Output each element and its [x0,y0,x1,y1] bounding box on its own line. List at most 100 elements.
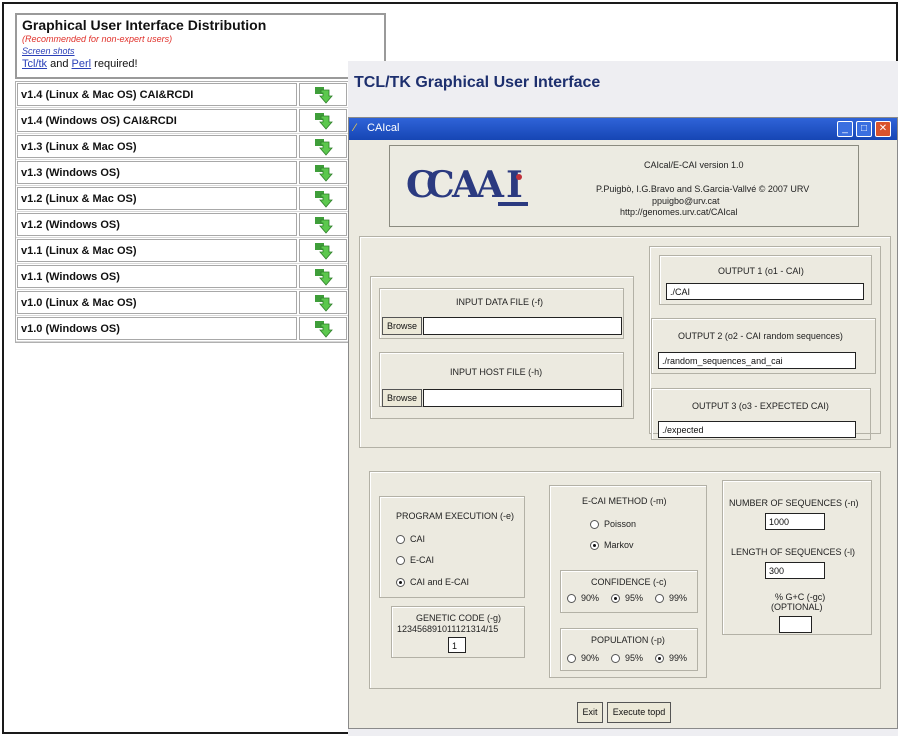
exit-button[interactable]: Exit [577,702,603,723]
program-execution-radio-label: CAI [410,534,426,544]
maximize-icon[interactable]: □ [856,121,872,137]
confidence-group: CONFIDENCE (-c) 90% 95% 99% [560,570,698,613]
confidence-radio[interactable]: 90% [567,593,599,603]
program-execution-label: PROGRAM EXECUTION (-e) [396,511,515,521]
input-host-browse-button[interactable]: Browse [382,389,422,407]
caical-window: ⁄ CAIcal _ □ ✕ C C A A I CAIcal/E-CAI ve… [348,117,898,729]
version-row: v1.0 (Linux & Mac OS) [16,290,348,316]
radio-dot-icon [655,593,664,603]
version-label: v1.0 (Windows OS) [17,317,298,340]
program-execution-radio[interactable]: E-CAI [396,555,434,565]
window-title: CAIcal [367,122,400,134]
version-row: v1.1 (Windows OS) [16,264,348,290]
program-execution-radio[interactable]: CAI and E-CAI [396,577,469,587]
version-row: v1.4 (Linux & Mac OS) CAI&RCDI [16,82,348,108]
version-label: v1.3 (Linux & Mac OS) [17,135,298,158]
version-label: v1.1 (Linux & Mac OS) [17,239,298,262]
radio-dot-icon [611,593,620,603]
download-arrow-icon[interactable] [299,213,347,236]
download-arrow-icon[interactable] [299,239,347,262]
execute-button[interactable]: Execute topd [607,702,671,723]
input-data-field[interactable] [423,317,622,335]
input-host-label: INPUT HOST FILE (-h) [450,367,543,377]
version-row: v1.2 (Windows OS) [16,212,348,238]
confidence-radio-label: 99% [669,593,688,603]
radio-dot-icon [396,555,405,565]
distribution-header: Graphical User Interface Distribution (R… [15,13,386,79]
program-execution-radio-label: E-CAI [410,555,435,565]
download-arrow-icon[interactable] [299,109,347,132]
output3-label: OUTPUT 3 (o3 - EXPECTED CAI) [692,401,829,411]
about-box: C C A A I CAIcal/E-CAI version 1.0 P.Pui… [389,145,859,227]
genetic-code-field[interactable]: 1 [448,637,466,653]
download-arrow-icon[interactable] [299,265,347,288]
input-host-field[interactable] [423,389,622,407]
input-data-group: INPUT DATA FILE (-f) Browse [379,288,624,339]
confidence-radio-label: 95% [625,593,644,603]
window-titlebar[interactable]: ⁄ CAIcal _ □ ✕ [349,118,897,140]
confidence-label: CONFIDENCE (-c) [591,577,667,587]
version-table: v1.4 (Linux & Mac OS) CAI&RCDI v1.4 (Wind… [15,81,349,343]
output1-group: OUTPUT 1 (o1 - CAI) ./CAI [659,255,872,305]
ecai-method-label: E-CAI METHOD (-m) [582,496,667,506]
download-arrow-icon[interactable] [299,291,347,314]
population-radio-label: 99% [669,653,688,663]
requirements-suffix: required! [94,58,138,70]
gc-optional-label: (OPTIONAL) [771,602,823,612]
close-icon[interactable]: ✕ [875,121,891,137]
screenshots-link[interactable]: Screen shots [22,45,379,57]
tcl-title: TCL/TK Graphical User Interface [354,74,601,91]
len-sequences-field[interactable]: 300 [765,562,825,579]
perl-link[interactable]: Perl [72,58,92,70]
radio-dot-icon [590,519,599,529]
input-host-group: INPUT HOST FILE (-h) Browse [379,352,624,407]
population-radio[interactable]: 99% [655,653,687,663]
genetic-code-group: GENETIC CODE (-g) 123456891011121314/15 … [391,606,525,658]
radio-dot-icon [396,577,405,587]
confidence-radio[interactable]: 99% [655,593,687,603]
num-sequences-field[interactable]: 1000 [765,513,825,530]
population-radio[interactable]: 95% [611,653,643,663]
minimize-icon[interactable]: _ [837,121,853,137]
download-arrow-icon[interactable] [299,317,347,340]
output1-label: OUTPUT 1 (o1 - CAI) [718,266,804,276]
population-radio-label: 95% [625,653,644,663]
population-radio[interactable]: 90% [567,653,599,663]
gc-field[interactable] [779,616,812,633]
distribution-note: (Recommended for non-expert users) [22,34,173,44]
radio-dot-icon [590,540,599,550]
program-execution-radio[interactable]: CAI [396,534,425,544]
version-label: v1.0 (Linux & Mac OS) [17,291,298,314]
output2-field[interactable]: ./random_sequences_and_cai [658,352,856,369]
output3-group: OUTPUT 3 (o3 - EXPECTED CAI) ./expected [651,388,871,440]
version-row: v1.3 (Linux & Mac OS) [16,134,348,160]
download-arrow-icon[interactable] [299,83,347,106]
confidence-radio-label: 90% [581,593,600,603]
ecai-group: E-CAI METHOD (-m) Poisson Markov CONFIDEN… [549,485,707,678]
download-arrow-icon[interactable] [299,135,347,158]
input-data-label: INPUT DATA FILE (-f) [456,297,544,307]
output3-field[interactable]: ./expected [658,421,856,438]
population-label: POPULATION (-p) [591,635,665,645]
download-arrow-icon[interactable] [299,187,347,210]
program-execution-radio-label: CAI and E-CAI [410,577,470,587]
version-label: v1.3 (Windows OS) [17,161,298,184]
output2-group: OUTPUT 2 (o2 - CAI random sequences) ./r… [651,318,876,374]
radio-dot-icon [567,653,576,663]
radio-dot-icon [655,653,664,663]
version-row: v1.4 (Windows OS) CAI&RCDI [16,108,348,134]
confidence-radio[interactable]: 95% [611,593,643,603]
version-row: v1.3 (Windows OS) [16,160,348,186]
download-arrow-icon[interactable] [299,161,347,184]
ecai-method-radio[interactable]: Poisson [590,519,636,529]
about-url: http://genomes.urv.cat/CAIcal [620,207,738,217]
input-data-browse-button[interactable]: Browse [382,317,422,335]
version-row: v1.1 (Linux & Mac OS) [16,238,348,264]
radio-dot-icon [567,593,576,603]
ecai-method-radio[interactable]: Markov [590,540,634,550]
version-label: v1.4 (Windows OS) CAI&RCDI [17,109,298,132]
about-authors: P.Puigbò, I.G.Bravo and S.Garcia-Vallvé … [596,184,810,194]
tcltk-link[interactable]: Tcl/tk [22,58,47,70]
requirements-and: and [50,58,69,70]
output1-field[interactable]: ./CAI [666,283,864,300]
